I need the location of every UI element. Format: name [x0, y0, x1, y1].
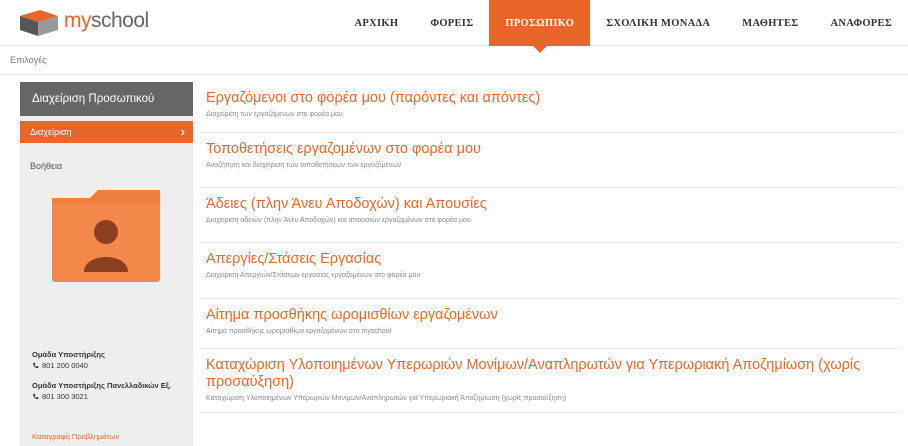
support-group-2: Ομάδα Υποστήριξης Πανελλαδικών Εξ. 801 3… — [32, 380, 182, 402]
nav-item-school-unit[interactable]: ΣΧΟΛΙΚΗ ΜΟΝΑΔΑ — [590, 0, 726, 46]
support-phone[interactable]: 801 300 3021 — [32, 391, 182, 402]
entry-title[interactable]: Απεργίες/Στάσεις Εργασίας — [206, 251, 894, 268]
top-header: myschool ΑΡΧΙΚΗ ΦΟΡΕΙΣ ΠΡΟΣΩΠΙΚΟ ΣΧΟΛΙΚΗ… — [0, 0, 908, 53]
entry-overtime[interactable]: Καταχώριση Υλοποιημένων Υπερωριών Μονίμω… — [200, 349, 900, 413]
support-phone[interactable]: 801 200 0040 — [32, 360, 105, 371]
entry-description: Διαχείριση Απεργιών/Στάσεων εργασίας εργ… — [206, 272, 421, 279]
logo[interactable]: myschool — [18, 6, 149, 36]
entry-title[interactable]: Εργαζόμενοι στο φορέα μου (παρόντες και … — [206, 90, 894, 107]
entry-title[interactable]: Τοποθετήσεις εργαζομένων στο φορέα μου — [206, 141, 894, 158]
nav-item-students[interactable]: ΜΑΘΗΤΕΣ — [726, 0, 814, 46]
sidebar-item-help[interactable]: Βοήθεια — [20, 155, 193, 177]
entry-hourly-request[interactable]: Αίτημα προσθήκης ωρομισθίων εργαζομένων … — [200, 299, 900, 349]
user-folder-icon — [52, 190, 160, 282]
logo-text-rest: school — [91, 9, 149, 32]
entry-description: Καταχώριση Υλοποιημένων Υπερωριών Μονίμω… — [206, 395, 567, 402]
entry-description: Αίτημα προσθήκης ωρομισθίων εργαζομένων … — [206, 328, 392, 335]
entry-description: Διαχείριση των εργαζόμενων στο φορέα μου — [206, 111, 343, 118]
breadcrumb-bar: Επιλογές — [0, 47, 908, 75]
sidebar: Διαχείριση Προσωπικού Διαχείριση › Βοήθε… — [20, 82, 193, 446]
support-title: Ομάδα Υποστήριξης Πανελλαδικών Εξ. — [32, 381, 172, 390]
entry-title[interactable]: Αίτημα προσθήκης ωρομισθίων εργαζομένων — [206, 307, 894, 324]
entry-employees[interactable]: Εργαζόμενοι στο φορέα μου (παρόντες και … — [200, 82, 900, 133]
sidebar-heading: Διαχείριση Προσωπικού — [20, 82, 193, 116]
nav-item-home[interactable]: ΑΡΧΙΚΗ — [339, 0, 415, 46]
sidebar-item-label: Διαχείριση — [30, 127, 72, 137]
entry-strikes[interactable]: Απεργίες/Στάσεις Εργασίας Διαχείριση Απε… — [200, 243, 900, 299]
logo-text: myschool — [64, 9, 149, 32]
nav-item-agencies[interactable]: ΦΟΡΕΙΣ — [414, 0, 489, 46]
sidebar-item-label: Βοήθεια — [30, 161, 63, 171]
support-phone-number: 801 200 0040 — [42, 361, 88, 370]
report-problem-link[interactable]: Καταγραφή Προβλημάτων — [32, 432, 119, 441]
support-group-1: Ομάδα Υποστήριξης 801 200 0040 — [32, 349, 105, 371]
entry-description: Αναζήτηση και διαχείριση των τοποθετήσεω… — [206, 162, 402, 169]
entry-leaves[interactable]: Άδειες (πλην Άνευ Αποδοχών) και Απουσίες… — [200, 188, 900, 243]
breadcrumb[interactable]: Επιλογές — [10, 55, 46, 65]
support-phone-number: 801 300 3021 — [42, 392, 88, 401]
entry-placements[interactable]: Τοποθετήσεις εργαζομένων στο φορέα μου Α… — [200, 133, 900, 188]
menu-entries: Εργαζόμενοι στο φορέα μου (παρόντες και … — [200, 82, 900, 413]
sidebar-item-manage[interactable]: Διαχείριση › — [20, 121, 193, 143]
support-title: Ομάδα Υποστήριξης — [32, 350, 105, 359]
logo-icon — [20, 10, 58, 36]
phone-icon — [33, 362, 39, 369]
phone-icon — [33, 393, 39, 400]
chevron-right-icon: › — [180, 124, 185, 139]
main-nav: ΑΡΧΙΚΗ ΦΟΡΕΙΣ ΠΡΟΣΩΠΙΚΟ ΣΧΟΛΙΚΗ ΜΟΝΑΔΑ Μ… — [339, 0, 908, 53]
nav-item-staff[interactable]: ΠΡΟΣΩΠΙΚΟ — [489, 0, 591, 53]
nav-item-reports[interactable]: ΑΝΑΦΟΡΕΣ — [814, 0, 908, 46]
entry-description: Διαχείριση αδειών (πλην Άνευ Αποδοχών) κ… — [206, 217, 471, 224]
entry-title[interactable]: Καταχώριση Υλοποιημένων Υπερωριών Μονίμω… — [206, 357, 894, 391]
entry-title[interactable]: Άδειες (πλην Άνευ Αποδοχών) και Απουσίες — [206, 196, 894, 213]
